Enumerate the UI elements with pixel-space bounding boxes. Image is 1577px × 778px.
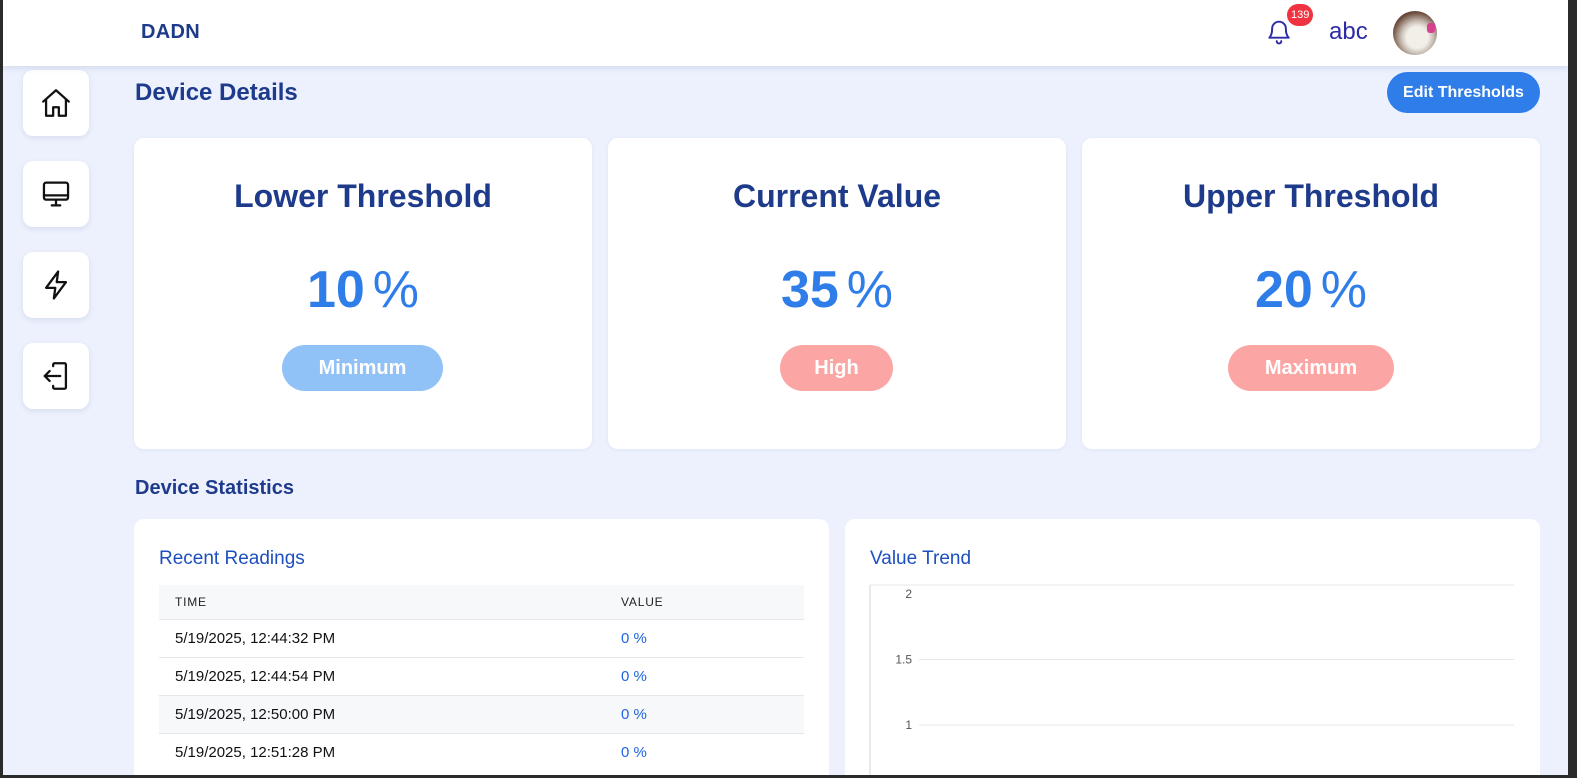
value-trend-panel: Value Trend 2 1.5 1 bbox=[845, 519, 1540, 775]
upper-threshold-card: Upper Threshold 20% Maximum bbox=[1082, 138, 1540, 449]
value-unit: % bbox=[372, 261, 420, 319]
card-value: 10% bbox=[134, 260, 592, 320]
row-time: 5/19/2025, 12:44:32 PM bbox=[159, 618, 621, 657]
edit-thresholds-button[interactable]: Edit Thresholds bbox=[1387, 72, 1540, 113]
trend-chart: 21.51 bbox=[869, 584, 1514, 775]
value-number: 10 bbox=[306, 261, 365, 319]
y-tick-label: 1.5 bbox=[895, 653, 912, 667]
notification-badge[interactable]: 139 bbox=[1287, 4, 1314, 26]
y-tick-label: 1 bbox=[905, 718, 912, 732]
sidebar-item-logout[interactable] bbox=[23, 343, 89, 409]
logout-icon bbox=[43, 362, 68, 390]
panel-title: Recent Readings bbox=[159, 548, 305, 569]
row-value: 0 % bbox=[621, 694, 804, 733]
sidebar-item-devices[interactable] bbox=[23, 161, 89, 227]
column-header-value: VALUE bbox=[621, 585, 804, 619]
current-value-card: Current Value 35% High bbox=[608, 138, 1066, 449]
page-title: Device Details bbox=[135, 79, 298, 106]
card-value: 35% bbox=[608, 260, 1066, 320]
row-value: 0 % bbox=[621, 732, 804, 771]
status-badge: Maximum bbox=[1228, 345, 1394, 391]
sidebar-item-energy[interactable] bbox=[23, 252, 89, 318]
y-tick-label: 2 bbox=[905, 587, 912, 601]
value-unit: % bbox=[1320, 261, 1368, 319]
row-time: 5/19/2025, 12:44:54 PM bbox=[159, 656, 621, 695]
lightning-icon bbox=[44, 270, 68, 300]
top-navbar: DADN 139 abc bbox=[3, 0, 1568, 66]
status-badge: Minimum bbox=[282, 345, 443, 391]
value-unit: % bbox=[846, 261, 894, 319]
row-time: 5/19/2025, 12:50:00 PM bbox=[159, 694, 621, 733]
lower-threshold-card: Lower Threshold 10% Minimum bbox=[134, 138, 592, 449]
brand-logo[interactable]: DADN bbox=[141, 21, 200, 44]
table-row: 5/19/2025, 12:50:00 PM 0 % bbox=[159, 694, 804, 733]
card-value: 20% bbox=[1082, 260, 1540, 320]
table-row: 5/19/2025, 12:44:32 PM 0 % bbox=[159, 618, 804, 657]
column-header-time: TIME bbox=[159, 585, 621, 619]
card-title: Lower Threshold bbox=[234, 178, 492, 214]
value-number: 20 bbox=[1254, 261, 1313, 319]
table-row: 5/19/2025, 12:51:28 PM 0 % bbox=[159, 732, 804, 771]
card-title: Current Value bbox=[732, 178, 942, 214]
home-icon bbox=[42, 89, 70, 117]
avatar[interactable] bbox=[1393, 11, 1437, 55]
monitor-icon bbox=[42, 181, 70, 207]
row-value: 0 % bbox=[621, 656, 804, 695]
readings-table: TIME VALUE 5/19/2025, 12:44:32 PM 0 % 5/… bbox=[159, 585, 804, 771]
sidebar-item-home[interactable] bbox=[23, 70, 89, 136]
recent-readings-panel: Recent Readings TIME VALUE 5/19/2025, 12… bbox=[134, 519, 829, 775]
username-label[interactable]: abc bbox=[1329, 18, 1368, 46]
table-header-row: TIME VALUE bbox=[159, 585, 804, 619]
status-badge: High bbox=[780, 345, 893, 391]
row-value: 0 % bbox=[621, 618, 804, 657]
value-number: 35 bbox=[780, 261, 839, 319]
row-time: 5/19/2025, 12:51:28 PM bbox=[159, 732, 621, 771]
table-row: 5/19/2025, 12:44:54 PM 0 % bbox=[159, 656, 804, 695]
app-window: DADN 139 abc Device Details Edit Thresho… bbox=[0, 0, 1577, 778]
section-title: Device Statistics bbox=[135, 477, 294, 499]
card-title: Upper Threshold bbox=[1182, 178, 1439, 214]
